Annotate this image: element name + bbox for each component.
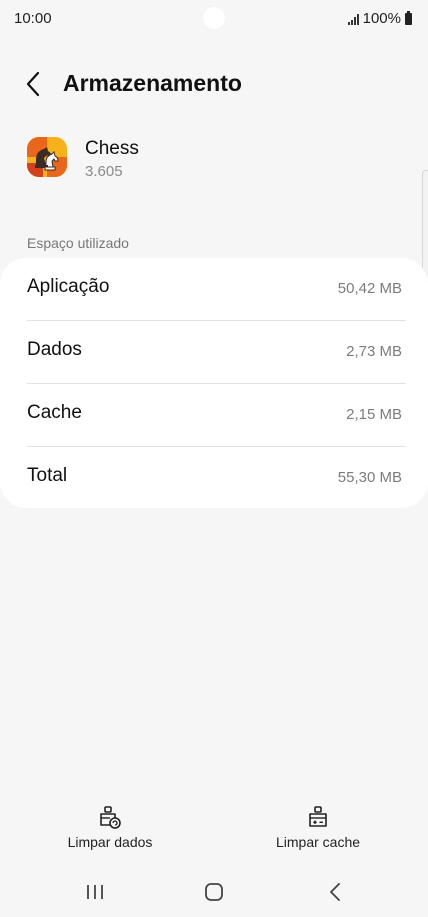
status-time: 10:00 — [14, 10, 52, 27]
chess-app-icon — [27, 137, 67, 177]
recents-button[interactable] — [75, 878, 115, 906]
home-button[interactable] — [194, 878, 234, 906]
row-value: 55,30 MB — [337, 469, 402, 486]
back-arrow-icon — [26, 71, 40, 97]
clear-data-button[interactable]: Limpar dados — [30, 800, 190, 858]
navigation-bar — [0, 870, 428, 914]
clear-data-label: Limpar dados — [67, 834, 153, 850]
status-bar: 10:00 100% — [0, 0, 428, 38]
row-label: Dados — [27, 339, 82, 360]
page-title: Armazenamento — [63, 70, 242, 96]
header: Armazenamento — [0, 58, 428, 110]
storage-row-app: Aplicação 50,42 MB — [27, 258, 406, 321]
back-button[interactable] — [20, 68, 50, 100]
clear-cache-button[interactable]: Limpar cache — [238, 800, 398, 858]
signal-icon — [347, 13, 359, 25]
battery-percentage: 100% — [362, 10, 401, 27]
camera-cutout — [203, 7, 225, 29]
row-value: 2,15 MB — [346, 406, 402, 423]
storage-row-cache: Cache 2,15 MB — [27, 384, 406, 447]
app-name: Chess — [85, 138, 139, 159]
row-value: 50,42 MB — [337, 280, 402, 297]
bottom-actions: Limpar dados Limpar cache — [0, 800, 428, 860]
clear-data-icon — [100, 806, 121, 829]
app-version: 3.605 — [85, 163, 123, 180]
row-value: 2,73 MB — [346, 343, 402, 360]
storage-row-total: Total 55,30 MB — [27, 447, 406, 509]
recents-icon — [87, 885, 103, 899]
nav-back-button[interactable] — [315, 878, 355, 906]
row-label: Total — [27, 465, 68, 486]
status-icons: 100% — [347, 10, 412, 27]
row-label: Aplicação — [27, 276, 110, 297]
clear-cache-icon — [309, 806, 327, 827]
battery-icon — [405, 10, 412, 25]
storage-card: Aplicação 50,42 MB Dados 2,73 MB Cache 2… — [0, 258, 428, 508]
section-label: Espaço utilizado — [27, 235, 129, 251]
clear-cache-label: Limpar cache — [275, 834, 361, 850]
app-info: Chess 3.605 — [0, 130, 428, 190]
storage-row-data: Dados 2,73 MB — [27, 321, 406, 384]
row-label: Cache — [27, 402, 82, 423]
back-icon — [330, 883, 340, 901]
home-icon — [205, 883, 223, 901]
